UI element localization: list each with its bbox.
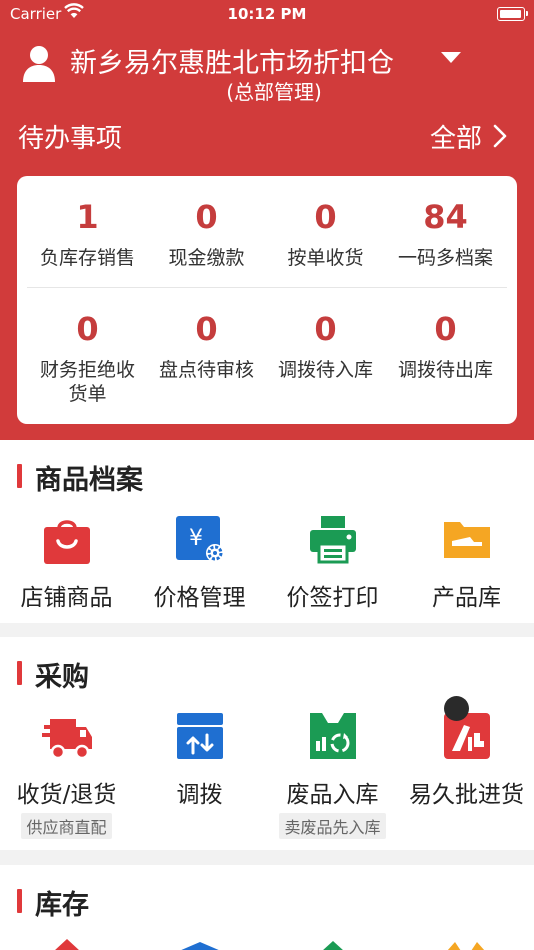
clock-time: 10:12 PM xyxy=(227,5,307,23)
inventory-blue-icon[interactable] xyxy=(175,941,225,950)
price-settings-icon: ¥ xyxy=(175,516,224,562)
todo-label: 按单收货 xyxy=(287,247,364,269)
todo-item-negative-stock[interactable]: 1 负库存销售 xyxy=(25,196,150,270)
svg-text:¥: ¥ xyxy=(189,526,203,551)
grid-item-label-print[interactable]: 价签打印 xyxy=(266,514,399,612)
grid-item-label: 易久批进货 xyxy=(409,782,524,808)
grid-item-label: 店铺商品 xyxy=(20,585,113,611)
todo-count: 0 xyxy=(195,310,218,348)
section-accent-bar xyxy=(17,889,22,913)
todo-count: 0 xyxy=(314,198,337,236)
todo-count: 84 xyxy=(423,198,468,236)
grid-item-tag: 供应商直配 xyxy=(21,813,112,839)
grid-item-yijiupi-purchase[interactable]: 易久批进货 xyxy=(400,711,533,809)
todo-count: 1 xyxy=(76,198,99,236)
transfer-box-icon xyxy=(176,713,223,759)
store-name[interactable]: 新乡易尔惠胜北市场折扣仓 xyxy=(70,41,394,80)
grid-item-label: 废品入库 xyxy=(286,782,379,808)
folder-icon xyxy=(443,522,490,558)
todo-item-stocktake-review[interactable]: 0 盘点待审核 xyxy=(144,308,269,382)
inventory-orange-icon[interactable] xyxy=(441,939,491,950)
todo-label: 财务拒绝收货单 xyxy=(39,359,135,405)
grid-item-label: 价格管理 xyxy=(153,585,246,611)
todo-item-transfer-out[interactable]: 0 调拨待出库 xyxy=(383,308,508,382)
todo-item-finance-rejected[interactable]: 0 财务拒绝收货单 xyxy=(25,308,150,406)
inventory-section: 库存 xyxy=(0,865,534,950)
todo-label: 现金缴款 xyxy=(168,247,245,269)
header: Carrier 10:12 PM 新乡易尔惠胜北市场折扣仓 (总部管理) 待办事… xyxy=(0,0,534,440)
todo-count: 0 xyxy=(434,310,457,348)
notification-dot-icon xyxy=(444,696,469,721)
printer-icon xyxy=(309,516,356,564)
todo-card: 1 负库存销售 0 现金缴款 0 按单收货 84 一码多档案 0 财务拒绝收货单… xyxy=(17,176,517,424)
dropdown-caret-icon[interactable] xyxy=(441,52,461,63)
status-bar: Carrier 10:12 PM xyxy=(0,0,534,30)
grid-item-price-management[interactable]: ¥ 价格管理 xyxy=(133,514,266,612)
todo-label: 一码多档案 xyxy=(397,247,493,269)
grid-item-tag: 卖废品先入库 xyxy=(279,813,386,839)
todo-label: 盘点待审核 xyxy=(158,359,254,381)
todo-label: 调拨待出库 xyxy=(397,359,493,381)
grid-item-transfer[interactable]: 调拨 xyxy=(133,711,266,809)
battery-icon xyxy=(497,7,528,21)
todo-label: 负库存销售 xyxy=(39,247,135,269)
purchase-section: 采购 收货/退货 供应商直配 调拨 废品入库 卖废品先入库 易久批进货 xyxy=(0,637,534,850)
grid-item-product-library[interactable]: 产品库 xyxy=(400,514,533,612)
todo-count: 0 xyxy=(76,310,99,348)
recycle-icon xyxy=(309,713,356,759)
todo-title: 待办事项 xyxy=(18,124,123,154)
store-subtitle: (总部管理) xyxy=(226,80,322,104)
todo-item-order-receiving[interactable]: 0 按单收货 xyxy=(263,196,388,270)
inventory-red-icon[interactable] xyxy=(42,937,92,950)
section-title: 库存 xyxy=(35,890,89,921)
section-accent-bar xyxy=(17,464,22,488)
todo-all-link[interactable]: 全部 xyxy=(430,118,482,155)
todo-item-transfer-in[interactable]: 0 调拨待入库 xyxy=(263,308,388,382)
inventory-green-icon[interactable] xyxy=(308,939,358,950)
todo-label: 调拨待入库 xyxy=(277,359,373,381)
delivery-truck-icon xyxy=(41,719,92,760)
todo-item-cash-payment[interactable]: 0 现金缴款 xyxy=(144,196,269,270)
grid-item-label: 产品库 xyxy=(432,585,501,611)
grid-item-label: 调拨 xyxy=(176,782,223,808)
section-title: 商品档案 xyxy=(35,465,143,496)
todo-item-multi-archive[interactable]: 84 一码多档案 xyxy=(383,196,508,270)
divider xyxy=(27,287,507,288)
section-accent-bar xyxy=(17,661,22,685)
products-section: 商品档案 店铺商品 ¥ 价格管理 价签打印 产品库 xyxy=(0,440,534,623)
grid-item-label: 价签打印 xyxy=(286,585,379,611)
chevron-right-icon[interactable] xyxy=(492,124,508,148)
shopping-bag-icon xyxy=(43,520,90,564)
grid-item-waste-storage[interactable]: 废品入库 卖废品先入库 xyxy=(266,711,399,839)
todo-count: 0 xyxy=(314,310,337,348)
grid-item-label: 收货/退货 xyxy=(16,782,117,808)
grid-item-store-products[interactable]: 店铺商品 xyxy=(0,514,133,612)
todo-count: 0 xyxy=(195,198,218,236)
section-title: 采购 xyxy=(35,662,89,693)
grid-item-receive-return[interactable]: 收货/退货 供应商直配 xyxy=(0,711,133,839)
